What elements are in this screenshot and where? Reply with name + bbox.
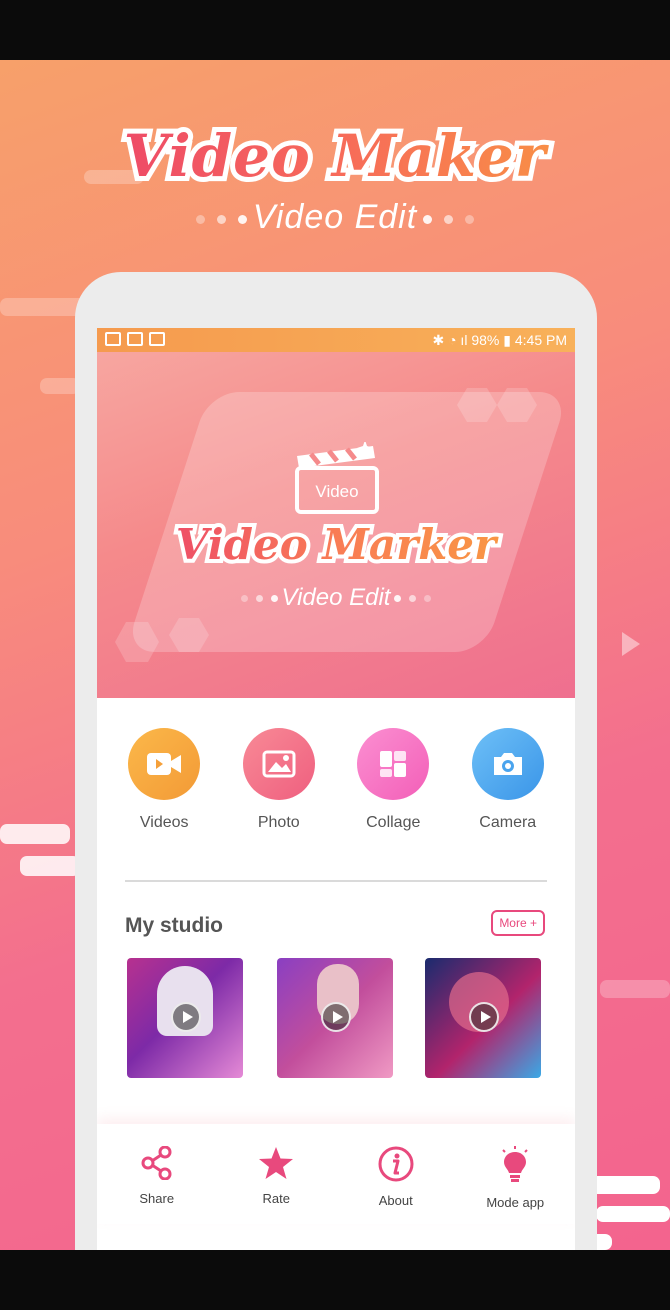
bottom-black-bar xyxy=(0,1250,670,1310)
phone-frame: ✱ ◔ ıl 98% ▮ 4:45 PM Video Video Marker … xyxy=(75,272,597,1250)
clapperboard-icon xyxy=(295,442,379,514)
action-label: Videos xyxy=(139,814,189,831)
phone-screen: ✱ ◔ ıl 98% ▮ 4:45 PM Video Video Marker … xyxy=(97,328,575,1250)
nav-label: Mode app xyxy=(486,1195,545,1210)
gallery-icon xyxy=(127,332,143,346)
video-camera-icon xyxy=(128,728,201,800)
play-icon[interactable] xyxy=(469,1002,499,1032)
promo-background: Video Maker Video Maker Video Edit ✱ ◔ ı… xyxy=(0,60,670,1250)
promo-subtitle-row: Video Edit xyxy=(0,198,670,237)
decor-streak xyxy=(20,856,80,876)
nav-mode-app[interactable]: Mode app xyxy=(460,1124,570,1224)
promo-title: Video Maker xyxy=(0,122,670,190)
play-icon[interactable] xyxy=(171,1002,201,1032)
hero-subtitle-row: Video Edit xyxy=(97,584,575,612)
nav-label: Rate xyxy=(262,1191,290,1206)
decor-streak xyxy=(40,378,80,394)
youtube-icon xyxy=(105,332,121,346)
studio-video-thumbnail[interactable] xyxy=(277,958,393,1078)
clapper-label: Video xyxy=(315,482,359,501)
nav-rate[interactable]: Rate xyxy=(221,1124,331,1224)
collage-icon xyxy=(357,728,430,800)
hero-title: Video Marker xyxy=(97,520,575,569)
action-label: Photo xyxy=(257,814,300,831)
action-camera[interactable]: Camera xyxy=(453,728,563,832)
image-icon xyxy=(242,728,315,800)
nav-label: Share xyxy=(139,1191,175,1206)
quick-actions: Videos Photo Collage Camera xyxy=(97,728,575,832)
play-icon[interactable] xyxy=(321,1002,351,1032)
status-time: 4:45 PM xyxy=(514,332,567,348)
nav-label: About xyxy=(378,1193,413,1208)
studio-title: My studio xyxy=(125,914,223,937)
studio-video-thumbnail[interactable] xyxy=(127,958,243,1078)
battery-icon: ▮ xyxy=(503,332,511,348)
status-right: ✱ ◔ ıl 98% ▮ 4:45 PM xyxy=(432,332,567,349)
bottom-navigation: Share Rate About Mode app xyxy=(97,1124,575,1224)
action-collage[interactable]: Collage xyxy=(338,728,448,832)
status-notification-icons xyxy=(105,332,165,346)
wifi-signal-icon: ◔ ıl xyxy=(448,332,468,348)
status-bar: ✱ ◔ ıl 98% ▮ 4:45 PM xyxy=(97,328,575,352)
camera-icon xyxy=(471,728,544,800)
decor-streak xyxy=(0,824,70,844)
nav-about[interactable]: About xyxy=(341,1124,451,1224)
lightbulb-icon xyxy=(502,1146,528,1182)
action-label: Collage xyxy=(366,814,421,831)
decor-streak xyxy=(600,980,670,998)
studio-video-thumbnail[interactable] xyxy=(425,958,541,1078)
share-icon xyxy=(141,1145,172,1181)
office-icon xyxy=(149,332,165,346)
studio-thumbnails xyxy=(127,958,541,1078)
hero-subtitle: Video Edit xyxy=(281,584,391,611)
decor-streak xyxy=(596,1206,670,1222)
battery-level: 98% xyxy=(471,332,500,348)
action-videos[interactable]: Videos xyxy=(109,728,219,832)
hero-banner: Video Video Marker Video Marker Video Ed… xyxy=(97,352,575,698)
nav-share[interactable]: Share xyxy=(102,1124,212,1224)
promo-subtitle: Video Edit xyxy=(252,198,418,236)
action-label: Camera xyxy=(479,814,537,831)
star-icon xyxy=(259,1147,294,1179)
decor-play-icon xyxy=(622,632,640,656)
action-photo[interactable]: Photo xyxy=(224,728,334,832)
top-black-bar xyxy=(0,0,670,60)
bluetooth-icon: ✱ xyxy=(432,332,445,348)
info-icon xyxy=(378,1146,414,1182)
more-button[interactable]: More + xyxy=(491,910,545,936)
divider xyxy=(125,880,547,882)
